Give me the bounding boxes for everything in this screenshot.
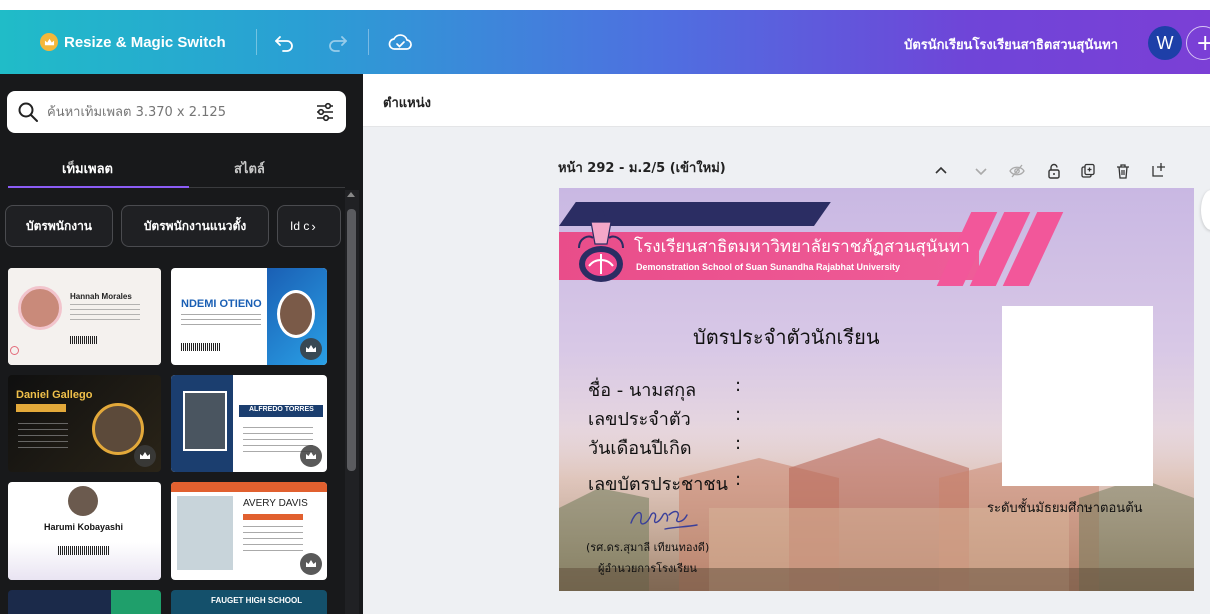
page-title[interactable]: หน้า 292 - ม.2/5 (เข้าใหม่) xyxy=(558,157,726,178)
duplicate-page-button[interactable] xyxy=(1078,161,1098,181)
education-level[interactable]: ระดับชั้นมัธยมศึกษาตอนต้น xyxy=(987,497,1143,518)
search-input[interactable] xyxy=(47,104,297,120)
portrait-image xyxy=(183,391,227,451)
card-title[interactable]: บัตรประจำตัวนักเรียน xyxy=(693,321,880,353)
filter-icon[interactable] xyxy=(314,101,336,123)
tab-divider xyxy=(189,187,345,188)
active-tab-indicator xyxy=(8,186,189,188)
toolbar-divider xyxy=(256,29,257,55)
chip-label: Id c xyxy=(290,219,310,233)
search-icon xyxy=(18,102,38,122)
user-avatar[interactable]: W xyxy=(1148,26,1182,60)
template-thumbnail[interactable]: Harumi Kobayashi xyxy=(8,482,161,580)
move-page-down-button[interactable] xyxy=(971,161,991,181)
top-bar: Resize & Magic Switch บัตรนักเรียนโรงเรี… xyxy=(0,0,1210,74)
redo-icon xyxy=(329,36,347,52)
move-page-up-button[interactable] xyxy=(931,161,951,181)
portrait-image xyxy=(18,286,62,330)
filter-chip-employee-card-vertical[interactable]: บัตรพนักงานแนวตั้ง xyxy=(121,205,269,247)
duplicate-icon xyxy=(1081,163,1095,178)
chip-label: บัตรพนักงานแนวตั้ง xyxy=(143,218,247,233)
portrait-image xyxy=(92,403,144,455)
portrait-image xyxy=(177,496,233,570)
school-name-thai[interactable]: โรงเรียนสาธิตมหาวิทยาลัยราชภัฏสวนสุนันทา xyxy=(634,233,970,260)
field-label-student-id[interactable]: เลขประจำตัว xyxy=(588,404,691,433)
field-label-citizen-id[interactable]: เลขบัตรประชาชน xyxy=(588,469,728,498)
chevron-down-icon xyxy=(975,168,987,176)
toolbar-divider xyxy=(368,29,369,55)
template-thumbnail[interactable]: AVERY DAVIS xyxy=(171,482,327,580)
document-title[interactable]: บัตรนักเรียนโรงเรียนสาธิตสวนสุนันทา xyxy=(904,34,1118,55)
school-logo-icon xyxy=(578,206,624,282)
student-id-card[interactable]: โรงเรียนสาธิตมหาวิทยาลัยราชภัฏสวนสุนันทา… xyxy=(559,188,1194,591)
chip-label: บัตรพนักงาน xyxy=(25,218,93,233)
photo-placeholder[interactable] xyxy=(1002,306,1153,486)
premium-badge-icon xyxy=(134,445,156,467)
add-page-icon xyxy=(1152,163,1165,177)
filter-chip-employee-card[interactable]: บัตรพนักงาน xyxy=(5,205,113,247)
eye-off-icon xyxy=(1009,164,1025,178)
signer-name[interactable]: (รศ.ดร.สุมาลี เทียนทองดี) xyxy=(586,538,709,556)
template-name: Harumi Kobayashi xyxy=(44,522,124,532)
template-name: NDEMI OTIENO xyxy=(181,298,262,310)
portrait-image xyxy=(277,290,315,338)
field-label-birthdate[interactable]: วันเดือนปีเกิด xyxy=(588,433,692,462)
template-name: ALFREDO TORRES xyxy=(249,406,314,413)
add-page-button[interactable] xyxy=(1149,160,1169,180)
lock-page-button[interactable] xyxy=(1044,161,1064,181)
crown-icon xyxy=(40,33,58,51)
cloud-check-icon xyxy=(388,34,412,50)
field-colon: : xyxy=(735,433,742,454)
template-thumbnail[interactable]: Daniel Gallego xyxy=(8,375,161,472)
premium-badge-icon xyxy=(300,553,322,575)
chevron-up-icon xyxy=(935,166,947,174)
position-button[interactable]: ตำแหน่ง xyxy=(383,92,431,113)
panel-scrollbar-thumb[interactable] xyxy=(347,209,356,471)
redo-button[interactable] xyxy=(326,33,348,53)
tab-styles[interactable]: สไตล์ xyxy=(234,158,265,179)
template-panel: เท็มเพลต สไตล์ บัตรพนักงาน บัตรพนักงานแน… xyxy=(0,74,363,614)
field-colon: : xyxy=(735,375,742,396)
field-colon: : xyxy=(735,469,742,490)
filter-chip-id-card[interactable]: Id c › xyxy=(277,205,341,247)
delete-page-button[interactable] xyxy=(1113,161,1133,181)
template-name: Hannah Morales xyxy=(70,292,132,301)
cloud-sync-button[interactable] xyxy=(388,32,412,52)
template-thumbnail[interactable]: Hannah Morales xyxy=(8,268,161,365)
portrait-image xyxy=(68,486,98,516)
template-search[interactable] xyxy=(7,91,346,133)
premium-badge-icon xyxy=(300,445,322,467)
premium-badge-icon xyxy=(300,338,322,360)
resize-magic-switch-label: Resize & Magic Switch xyxy=(64,33,226,51)
tab-templates[interactable]: เท็มเพลต xyxy=(62,158,113,179)
template-thumbnail[interactable]: NDEMI OTIENO xyxy=(171,268,327,365)
field-label-name[interactable]: ชื่อ - นามสกุล xyxy=(588,375,696,404)
undo-icon xyxy=(275,36,293,52)
signature-image[interactable] xyxy=(625,501,705,535)
template-name: AVERY DAVIS xyxy=(243,498,308,509)
field-colon: : xyxy=(735,404,742,425)
template-thumbnail[interactable]: ALFREDO TORRES xyxy=(171,375,327,472)
resize-magic-switch-button[interactable]: Resize & Magic Switch xyxy=(40,33,226,51)
hide-page-button[interactable] xyxy=(1007,161,1027,181)
undo-button[interactable] xyxy=(274,33,296,53)
chevron-right-icon[interactable]: › xyxy=(311,219,315,234)
template-thumbnail[interactable] xyxy=(8,590,161,614)
school-name-english[interactable]: Demonstration School of Suan Sunandha Ra… xyxy=(636,262,900,272)
scroll-up-arrow-icon[interactable] xyxy=(347,192,355,197)
signer-role[interactable]: ผู้อำนวยการโรงเรียน xyxy=(598,559,697,577)
context-toolbar: ตำแหน่ง xyxy=(363,74,1210,127)
template-name: FAUGET HIGH SCHOOL xyxy=(211,596,303,605)
unlock-icon xyxy=(1048,163,1060,179)
template-thumbnail[interactable]: FAUGET HIGH SCHOOL xyxy=(171,590,327,614)
template-name: Daniel Gallego xyxy=(16,389,93,401)
trash-icon xyxy=(1117,164,1129,179)
